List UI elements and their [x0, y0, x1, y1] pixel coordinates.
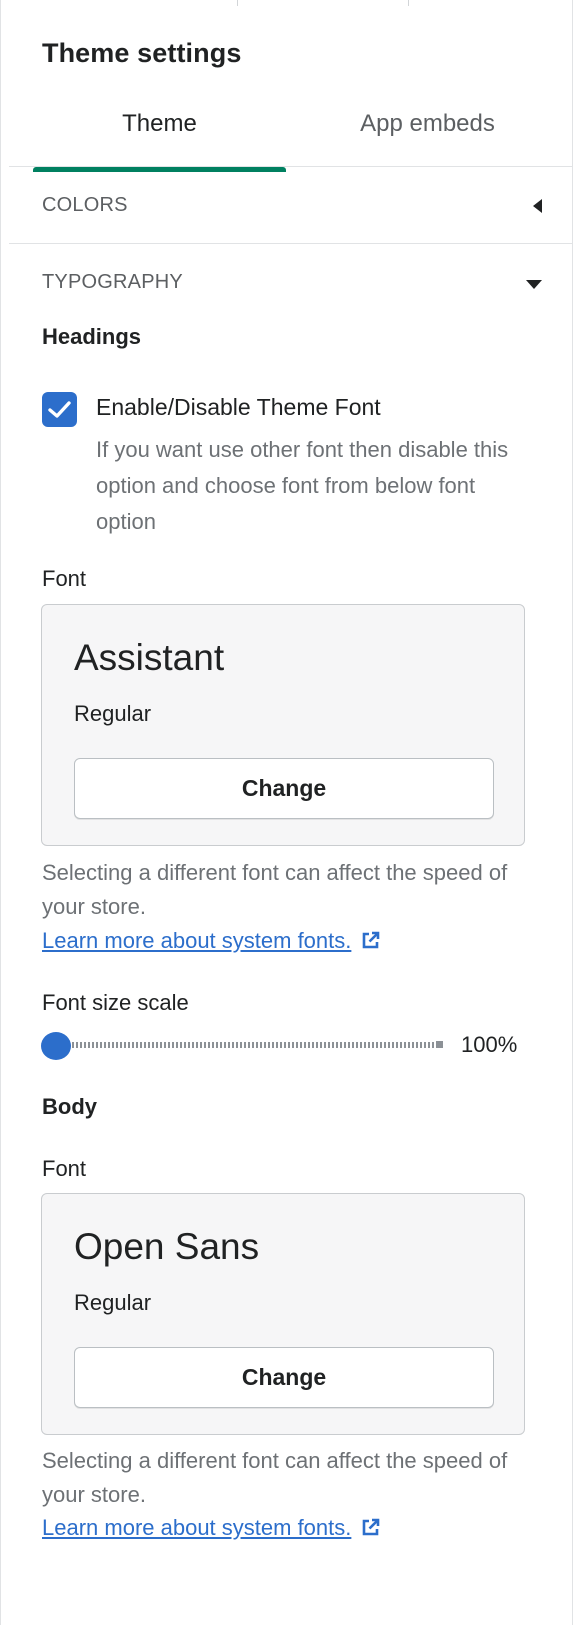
headings-font-card: Assistant Regular Change — [41, 604, 525, 846]
divider — [9, 243, 572, 244]
body-font-label: Font — [42, 1156, 87, 1181]
theme-settings-panel: Theme settings Theme App embeds COLORS T… — [0, 0, 573, 1625]
headings-system-fonts-link-text[interactable]: Learn more about system fonts. — [42, 928, 351, 953]
theme-font-help-text: If you want use other font then disable … — [96, 437, 509, 534]
body-subheading: Body — [42, 1094, 97, 1119]
font-size-scale-slider-thumb[interactable] — [41, 1032, 71, 1060]
section-label-typography: TYPOGRAPHY — [42, 271, 183, 293]
divider — [9, 166, 572, 167]
body-font-style: Regular — [74, 1290, 152, 1315]
caret-down-icon — [526, 280, 542, 289]
headings-font-label: Font — [42, 566, 87, 591]
body-system-fonts-link[interactable]: Learn more about system fonts. — [42, 1515, 380, 1541]
section-header-typography[interactable]: TYPOGRAPHY — [42, 271, 542, 301]
font-size-scale-value: 100% — [461, 1032, 518, 1057]
body-font-card: Open Sans Regular Change — [41, 1193, 525, 1435]
headings-font-help: Selecting a different font can affect th… — [42, 860, 508, 919]
headings-system-fonts-link[interactable]: Learn more about system fonts. — [42, 928, 380, 954]
section-label-colors: COLORS — [42, 194, 128, 216]
checkmark-icon — [48, 401, 71, 418]
top-divider-tick — [237, 0, 238, 6]
caret-left-icon — [533, 199, 542, 213]
font-size-scale-slider-track[interactable] — [56, 1042, 444, 1048]
section-header-colors[interactable]: COLORS — [42, 194, 542, 224]
active-tab-indicator — [33, 167, 286, 172]
external-link-icon — [363, 931, 380, 949]
body-font-name: Open Sans — [74, 1226, 260, 1267]
tab-theme[interactable]: Theme — [33, 108, 286, 170]
body-change-font-button[interactable]: Change — [74, 1347, 494, 1408]
slider-end-marker — [436, 1041, 443, 1048]
top-divider-tick — [408, 0, 409, 6]
body-font-help: Selecting a different font can affect th… — [42, 1448, 508, 1507]
headings-change-font-button[interactable]: Change — [74, 758, 494, 819]
theme-font-checkbox-label[interactable]: Enable/Disable Theme Font — [96, 394, 381, 421]
headings-font-name: Assistant — [74, 637, 225, 678]
body-system-fonts-link-text[interactable]: Learn more about system fonts. — [42, 1515, 351, 1540]
theme-font-checkbox[interactable] — [42, 392, 77, 427]
headings-subheading: Headings — [42, 324, 142, 349]
font-size-scale-label: Font size scale — [42, 990, 189, 1015]
external-link-icon — [363, 1518, 380, 1536]
headings-font-style: Regular — [74, 701, 152, 726]
panel-title: Theme settings — [42, 38, 242, 68]
tab-app-embeds[interactable]: App embeds — [295, 108, 560, 170]
